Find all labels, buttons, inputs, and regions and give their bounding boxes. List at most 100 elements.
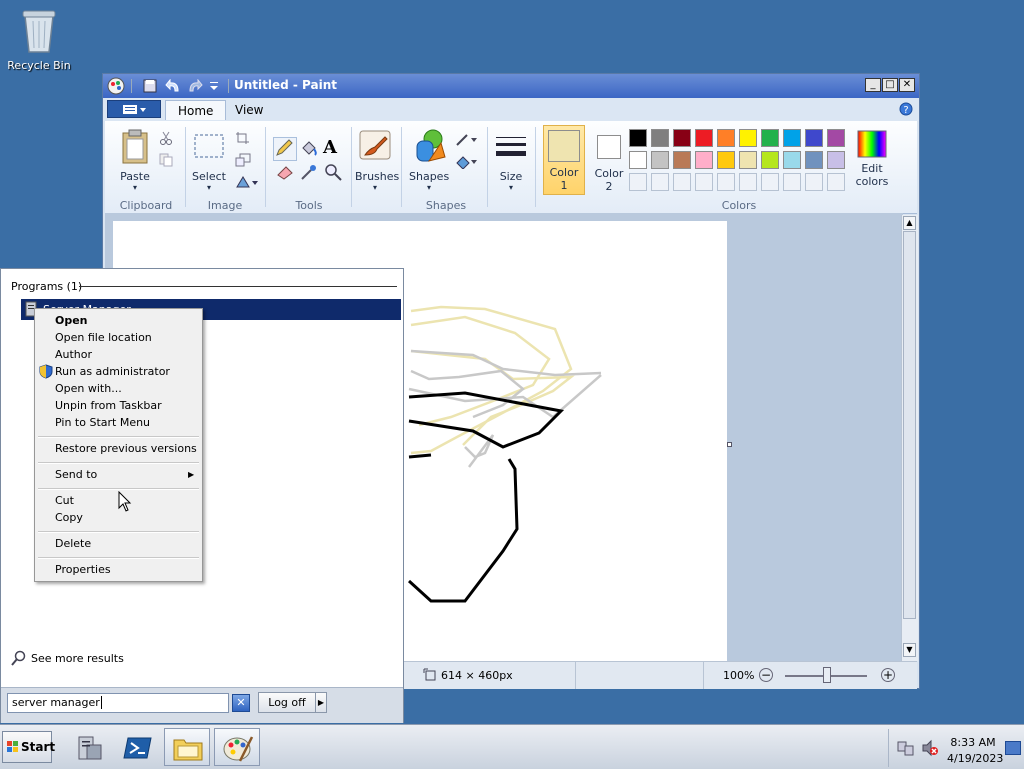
taskbar-server-manager[interactable] — [64, 728, 110, 766]
edit-colors-button[interactable]: Edit colors — [849, 127, 895, 197]
zoom-out-icon[interactable]: − — [759, 668, 773, 682]
clear-search-icon[interactable]: ✕ — [232, 694, 250, 712]
paste-button[interactable]: Paste ▾ — [115, 127, 155, 197]
cut-icon[interactable] — [159, 131, 173, 145]
palette-swatch[interactable] — [827, 129, 845, 147]
tab-view[interactable]: View — [223, 100, 275, 120]
scroll-down-icon[interactable]: ▼ — [903, 643, 916, 657]
shutdown-options-arrow-icon[interactable]: ▶ — [315, 692, 327, 713]
shapes-button[interactable]: Shapes ▾ — [409, 127, 449, 197]
volume-muted-icon[interactable] — [921, 739, 939, 757]
redo-icon[interactable] — [187, 79, 203, 93]
palette-swatch[interactable] — [739, 151, 757, 169]
color1-button[interactable]: Color 1 — [543, 125, 585, 195]
menu-item-unpin-from-taskbar[interactable]: Unpin from Taskbar — [55, 397, 162, 414]
palette-swatch[interactable] — [673, 129, 691, 147]
taskbar-paint[interactable] — [214, 728, 260, 766]
palette-empty-slot[interactable] — [805, 173, 823, 191]
resize-icon[interactable] — [235, 153, 251, 167]
tab-home[interactable]: Home — [165, 100, 227, 120]
copy-icon[interactable] — [159, 153, 173, 167]
text-tool-icon[interactable]: A — [323, 137, 337, 158]
help-icon[interactable]: ? — [899, 102, 913, 116]
zoom-slider-thumb[interactable] — [823, 667, 831, 683]
minimize-button[interactable]: _ — [865, 78, 881, 92]
vertical-scrollbar[interactable]: ▲ ▼ — [901, 215, 918, 661]
rotate-icon[interactable] — [235, 175, 259, 189]
menu-item-run-as-administrator[interactable]: Run as administrator — [55, 363, 170, 380]
menu-item-cut[interactable]: Cut — [55, 492, 74, 509]
menu-item-open-file-location[interactable]: Open file location — [55, 329, 152, 346]
palette-empty-slot[interactable] — [783, 173, 801, 191]
menu-item-pin-to-start-menu[interactable]: Pin to Start Menu — [55, 414, 150, 431]
pencil-tool[interactable] — [273, 137, 297, 161]
clock-date[interactable]: 4/19/2023 — [947, 752, 1003, 765]
palette-swatch[interactable] — [695, 151, 713, 169]
palette-empty-slot[interactable] — [827, 173, 845, 191]
menu-item-copy[interactable]: Copy — [55, 509, 83, 526]
menu-item-author[interactable]: Author — [55, 346, 92, 363]
maximize-button[interactable]: □ — [882, 78, 898, 92]
scroll-up-icon[interactable]: ▲ — [903, 216, 916, 230]
palette-empty-slot[interactable] — [695, 173, 713, 191]
log-off-button[interactable]: Log off — [258, 692, 316, 713]
clock-time[interactable]: 8:33 AM — [947, 736, 999, 749]
color-picker-icon[interactable] — [299, 162, 319, 182]
start-button[interactable]: Start — [2, 731, 55, 763]
taskbar-powershell[interactable] — [114, 728, 160, 766]
paint-app-icon[interactable] — [107, 77, 125, 95]
menu-item-open[interactable]: Open — [55, 312, 88, 329]
menu-item-open-with[interactable]: Open with... — [55, 380, 122, 397]
magnifier-icon[interactable] — [323, 162, 343, 182]
shape-fill-icon[interactable] — [455, 155, 479, 169]
quick-access-dropdown-icon[interactable] — [209, 80, 219, 92]
paint-menu-button[interactable] — [107, 100, 161, 118]
taskbar-explorer[interactable] — [164, 728, 210, 766]
menu-item-delete[interactable]: Delete — [55, 535, 91, 552]
show-desktop-icon[interactable] — [1005, 741, 1021, 755]
color2-button[interactable]: Color 2 — [589, 125, 629, 195]
fill-icon[interactable] — [299, 138, 319, 158]
brushes-button[interactable]: Brushes ▾ — [355, 127, 399, 197]
palette-swatch[interactable] — [717, 151, 735, 169]
outline-icon[interactable] — [455, 133, 479, 147]
menu-item-properties[interactable]: Properties — [55, 561, 111, 578]
palette-empty-slot[interactable] — [673, 173, 691, 191]
palette-swatch[interactable] — [783, 151, 801, 169]
palette-swatch[interactable] — [761, 129, 779, 147]
palette-swatch[interactable] — [805, 129, 823, 147]
palette-swatch[interactable] — [629, 151, 647, 169]
palette-swatch[interactable] — [783, 129, 801, 147]
palette-swatch[interactable] — [629, 129, 647, 147]
palette-empty-slot[interactable] — [739, 173, 757, 191]
palette-empty-slot[interactable] — [651, 173, 669, 191]
palette-swatch[interactable] — [673, 151, 691, 169]
size-button[interactable]: Size ▾ — [493, 127, 529, 197]
crop-icon[interactable] — [235, 131, 251, 145]
close-button[interactable]: ✕ — [899, 78, 915, 92]
recycle-bin[interactable]: Recycle Bin — [6, 6, 72, 72]
zoom-in-icon[interactable]: + — [881, 668, 895, 682]
palette-swatch[interactable] — [695, 129, 713, 147]
palette-empty-slot[interactable] — [717, 173, 735, 191]
scroll-thumb[interactable] — [903, 231, 916, 619]
palette-swatch[interactable] — [651, 151, 669, 169]
palette-swatch[interactable] — [761, 151, 779, 169]
palette-swatch[interactable] — [805, 151, 823, 169]
palette-swatch[interactable] — [717, 129, 735, 147]
palette-swatch[interactable] — [827, 151, 845, 169]
search-input[interactable]: server manager — [7, 693, 229, 713]
palette-swatch[interactable] — [651, 129, 669, 147]
palette-swatch[interactable] — [739, 129, 757, 147]
menu-item-send-to[interactable]: Send to — [55, 466, 97, 483]
palette-empty-slot[interactable] — [761, 173, 779, 191]
see-more-results-link[interactable]: See more results — [31, 652, 124, 665]
undo-icon[interactable] — [165, 79, 181, 93]
select-button[interactable]: Select ▾ — [191, 127, 227, 197]
save-icon[interactable] — [143, 79, 157, 93]
network-icon[interactable] — [897, 739, 915, 757]
eraser-icon[interactable] — [275, 162, 295, 182]
menu-item-restore-previous-versions[interactable]: Restore previous versions — [55, 440, 197, 457]
palette-empty-slot[interactable] — [629, 173, 647, 191]
canvas-resize-handle[interactable] — [727, 442, 732, 447]
